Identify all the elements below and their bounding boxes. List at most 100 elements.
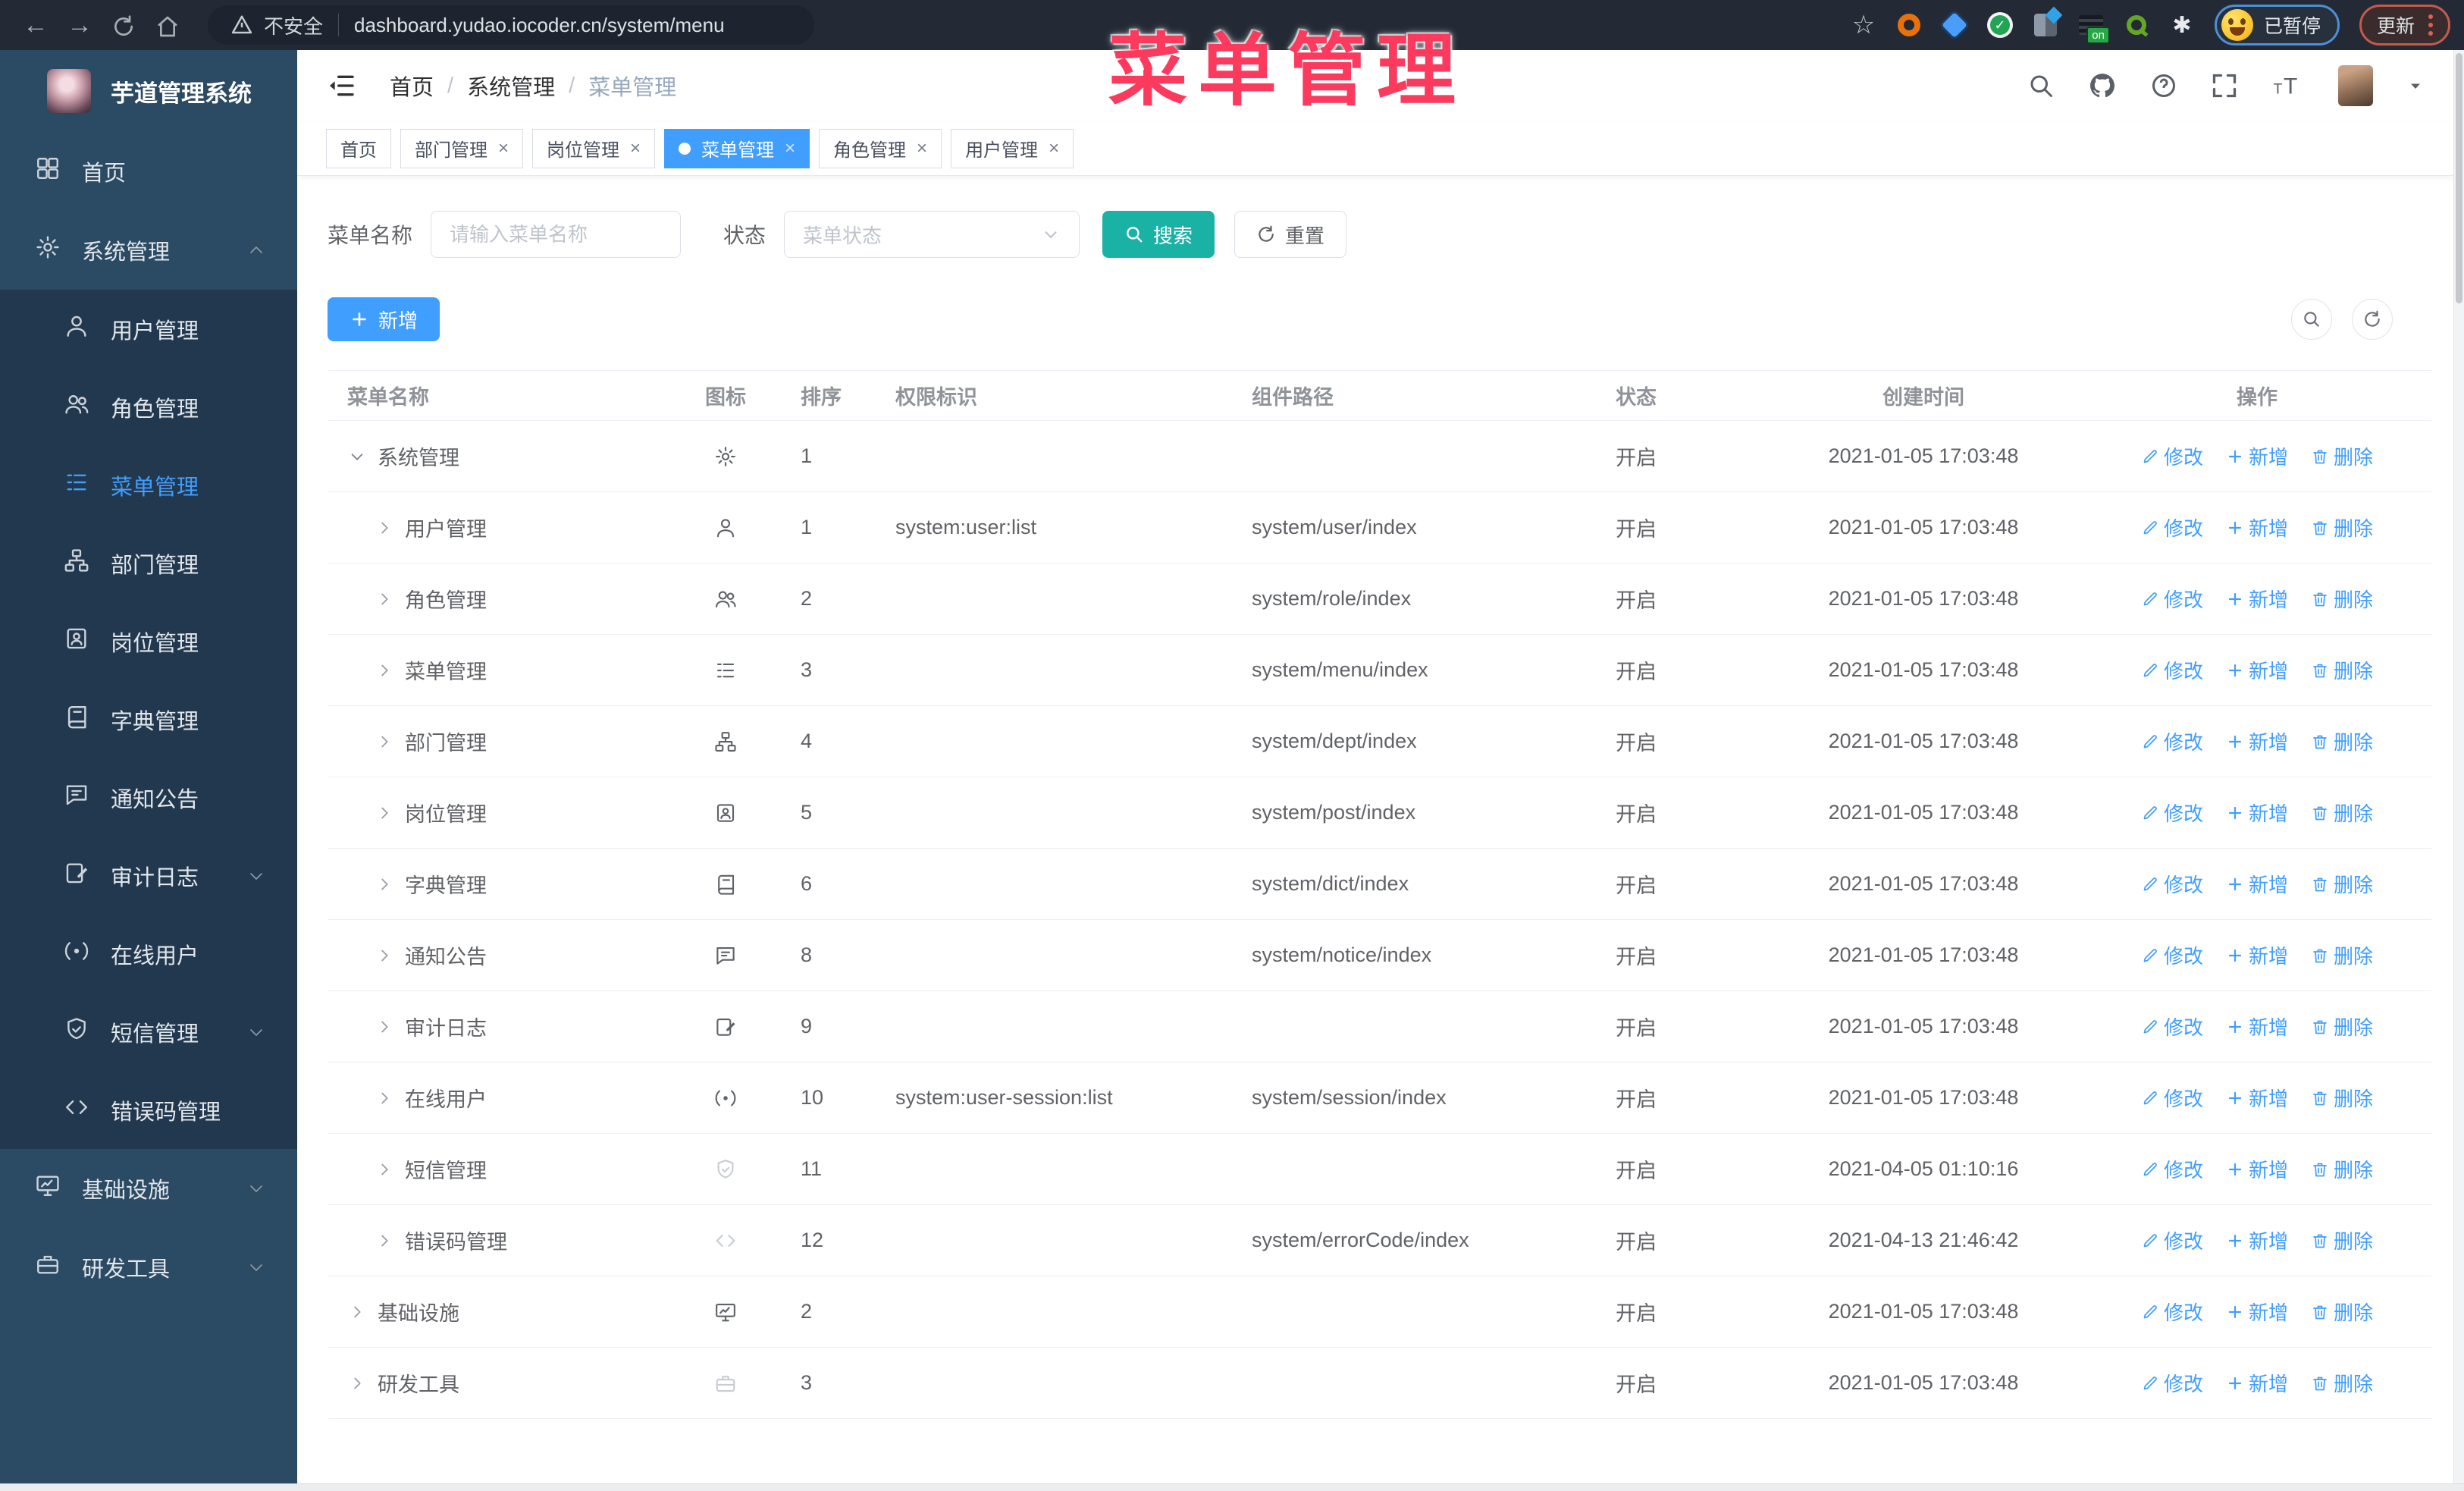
delete-link[interactable]: 删除: [2311, 727, 2373, 755]
sidebar-item-0[interactable]: 首页: [0, 132, 297, 211]
sidebar-item-3[interactable]: 角色管理: [0, 368, 297, 446]
tab-close-icon[interactable]: ×: [917, 139, 927, 158]
sidebar-item-1[interactable]: 系统管理: [0, 211, 297, 290]
user-avatar[interactable]: [2338, 65, 2373, 106]
tab-close-icon[interactable]: ×: [1049, 139, 1059, 158]
help-button[interactable]: [2150, 72, 2177, 99]
add-child-link[interactable]: 新增: [2226, 442, 2288, 470]
tab-close-icon[interactable]: ×: [785, 139, 795, 158]
tab-5[interactable]: 用户管理 ×: [951, 128, 1074, 168]
sidebar-item-14[interactable]: 研发工具: [0, 1228, 297, 1307]
add-child-link[interactable]: 新增: [2226, 870, 2288, 898]
fullscreen-button[interactable]: [2211, 72, 2238, 99]
edit-link[interactable]: 修改: [2141, 442, 2203, 470]
add-child-link[interactable]: 新增: [2226, 585, 2288, 613]
edit-link[interactable]: 修改: [2141, 1155, 2203, 1183]
extension-switch-icon[interactable]: on: [2078, 12, 2110, 44]
sidebar-item-12[interactable]: 错误码管理: [0, 1071, 297, 1149]
edit-link[interactable]: 修改: [2141, 1084, 2203, 1112]
edit-link[interactable]: 修改: [2141, 1298, 2203, 1326]
tree-expand-icon[interactable]: [376, 733, 393, 750]
sidebar-item-11[interactable]: 短信管理: [0, 993, 297, 1071]
tab-close-icon[interactable]: ×: [630, 139, 641, 158]
horizontal-scrollbar[interactable]: [0, 1483, 2464, 1491]
reset-button[interactable]: 重置: [1234, 211, 1347, 258]
edit-link[interactable]: 修改: [2141, 656, 2203, 684]
delete-link[interactable]: 删除: [2311, 585, 2373, 613]
extension-check-icon[interactable]: ✓: [1986, 12, 2013, 38]
add-child-link[interactable]: 新增: [2226, 656, 2288, 684]
delete-link[interactable]: 删除: [2311, 870, 2373, 898]
browser-back-button[interactable]: ←: [14, 11, 58, 40]
edit-link[interactable]: 修改: [2141, 727, 2203, 755]
delete-link[interactable]: 删除: [2311, 442, 2373, 470]
edit-link[interactable]: 修改: [2141, 870, 2203, 898]
bookmark-star-icon[interactable]: ☆: [1851, 11, 1876, 39]
status-select[interactable]: 菜单状态: [784, 211, 1080, 258]
tree-expand-icon[interactable]: [376, 591, 393, 607]
delete-link[interactable]: 删除: [2311, 941, 2373, 969]
tree-expand-icon[interactable]: [349, 1375, 365, 1392]
extensions-puzzle-icon[interactable]: ✱: [2169, 12, 2195, 38]
delete-link[interactable]: 删除: [2311, 1298, 2373, 1326]
tree-expand-icon[interactable]: [376, 947, 393, 964]
add-child-link[interactable]: 新增: [2226, 1012, 2288, 1041]
tree-expand-icon[interactable]: [376, 805, 393, 821]
edit-link[interactable]: 修改: [2141, 1226, 2203, 1254]
edit-link[interactable]: 修改: [2141, 1012, 2203, 1041]
sidebar-item-2[interactable]: 用户管理: [0, 290, 297, 368]
extension-gem-icon[interactable]: [1941, 12, 1967, 38]
edit-link[interactable]: 修改: [2141, 1369, 2203, 1397]
sidebar-item-5[interactable]: 部门管理: [0, 524, 297, 602]
tree-expand-icon[interactable]: [376, 1019, 393, 1035]
add-child-link[interactable]: 新增: [2226, 1226, 2288, 1254]
tree-expand-icon[interactable]: [376, 662, 393, 679]
delete-link[interactable]: 删除: [2311, 1369, 2373, 1397]
tree-expand-icon[interactable]: [376, 519, 393, 536]
browser-forward-button[interactable]: →: [58, 11, 102, 40]
breadcrumb-item-0[interactable]: 首页: [390, 70, 434, 102]
browser-reload-button[interactable]: [102, 11, 146, 40]
add-child-link[interactable]: 新增: [2226, 1298, 2288, 1326]
search-button[interactable]: 搜索: [1102, 211, 1215, 258]
browser-update-button[interactable]: 更新: [2359, 5, 2450, 46]
refresh-table-button[interactable]: [2352, 299, 2393, 340]
font-size-button[interactable]: TT: [2271, 72, 2305, 99]
delete-link[interactable]: 删除: [2311, 513, 2373, 541]
breadcrumb-item-1[interactable]: 系统管理: [467, 70, 555, 102]
tree-expand-icon[interactable]: [376, 1090, 393, 1106]
toggle-search-button[interactable]: [2291, 299, 2332, 340]
vertical-scrollbar[interactable]: [2453, 50, 2464, 1483]
add-child-link[interactable]: 新增: [2226, 1369, 2288, 1397]
browser-home-button[interactable]: [146, 11, 190, 40]
sidebar-item-6[interactable]: 岗位管理: [0, 602, 297, 680]
add-child-link[interactable]: 新增: [2226, 941, 2288, 969]
address-bar[interactable]: 不安全 dashboard.yudao.iocoder.cn/system/me…: [208, 5, 814, 45]
delete-link[interactable]: 删除: [2311, 1226, 2373, 1254]
tab-close-icon[interactable]: ×: [498, 139, 509, 158]
tab-4[interactable]: 角色管理 ×: [819, 128, 942, 168]
browser-menu-icon[interactable]: [2428, 14, 2433, 36]
tree-expand-icon[interactable]: [376, 1232, 393, 1249]
sidebar-collapse-button[interactable]: [326, 71, 356, 101]
url-text[interactable]: dashboard.yudao.iocoder.cn/system/menu: [354, 14, 725, 37]
tree-expand-icon[interactable]: [376, 1161, 393, 1178]
tab-2[interactable]: 岗位管理 ×: [532, 128, 656, 168]
sidebar-item-8[interactable]: 通知公告: [0, 758, 297, 837]
github-link-button[interactable]: [2088, 71, 2117, 100]
header-search-button[interactable]: [2027, 72, 2055, 99]
extension-magnifier-icon[interactable]: [2124, 12, 2149, 38]
avatar-caret-icon[interactable]: [2406, 77, 2425, 95]
edit-link[interactable]: 修改: [2141, 941, 2203, 969]
edit-link[interactable]: 修改: [2141, 585, 2203, 613]
add-child-link[interactable]: 新增: [2226, 727, 2288, 755]
sidebar-item-9[interactable]: 审计日志: [0, 837, 297, 915]
add-button[interactable]: 新增: [328, 297, 440, 341]
delete-link[interactable]: 删除: [2311, 799, 2373, 827]
extension-tiles-icon[interactable]: [2033, 12, 2058, 38]
edit-link[interactable]: 修改: [2141, 513, 2203, 541]
sidebar-item-7[interactable]: 字典管理: [0, 680, 297, 758]
edit-link[interactable]: 修改: [2141, 799, 2203, 827]
add-child-link[interactable]: 新增: [2226, 799, 2288, 827]
scrollbar-thumb[interactable]: [2456, 53, 2462, 303]
